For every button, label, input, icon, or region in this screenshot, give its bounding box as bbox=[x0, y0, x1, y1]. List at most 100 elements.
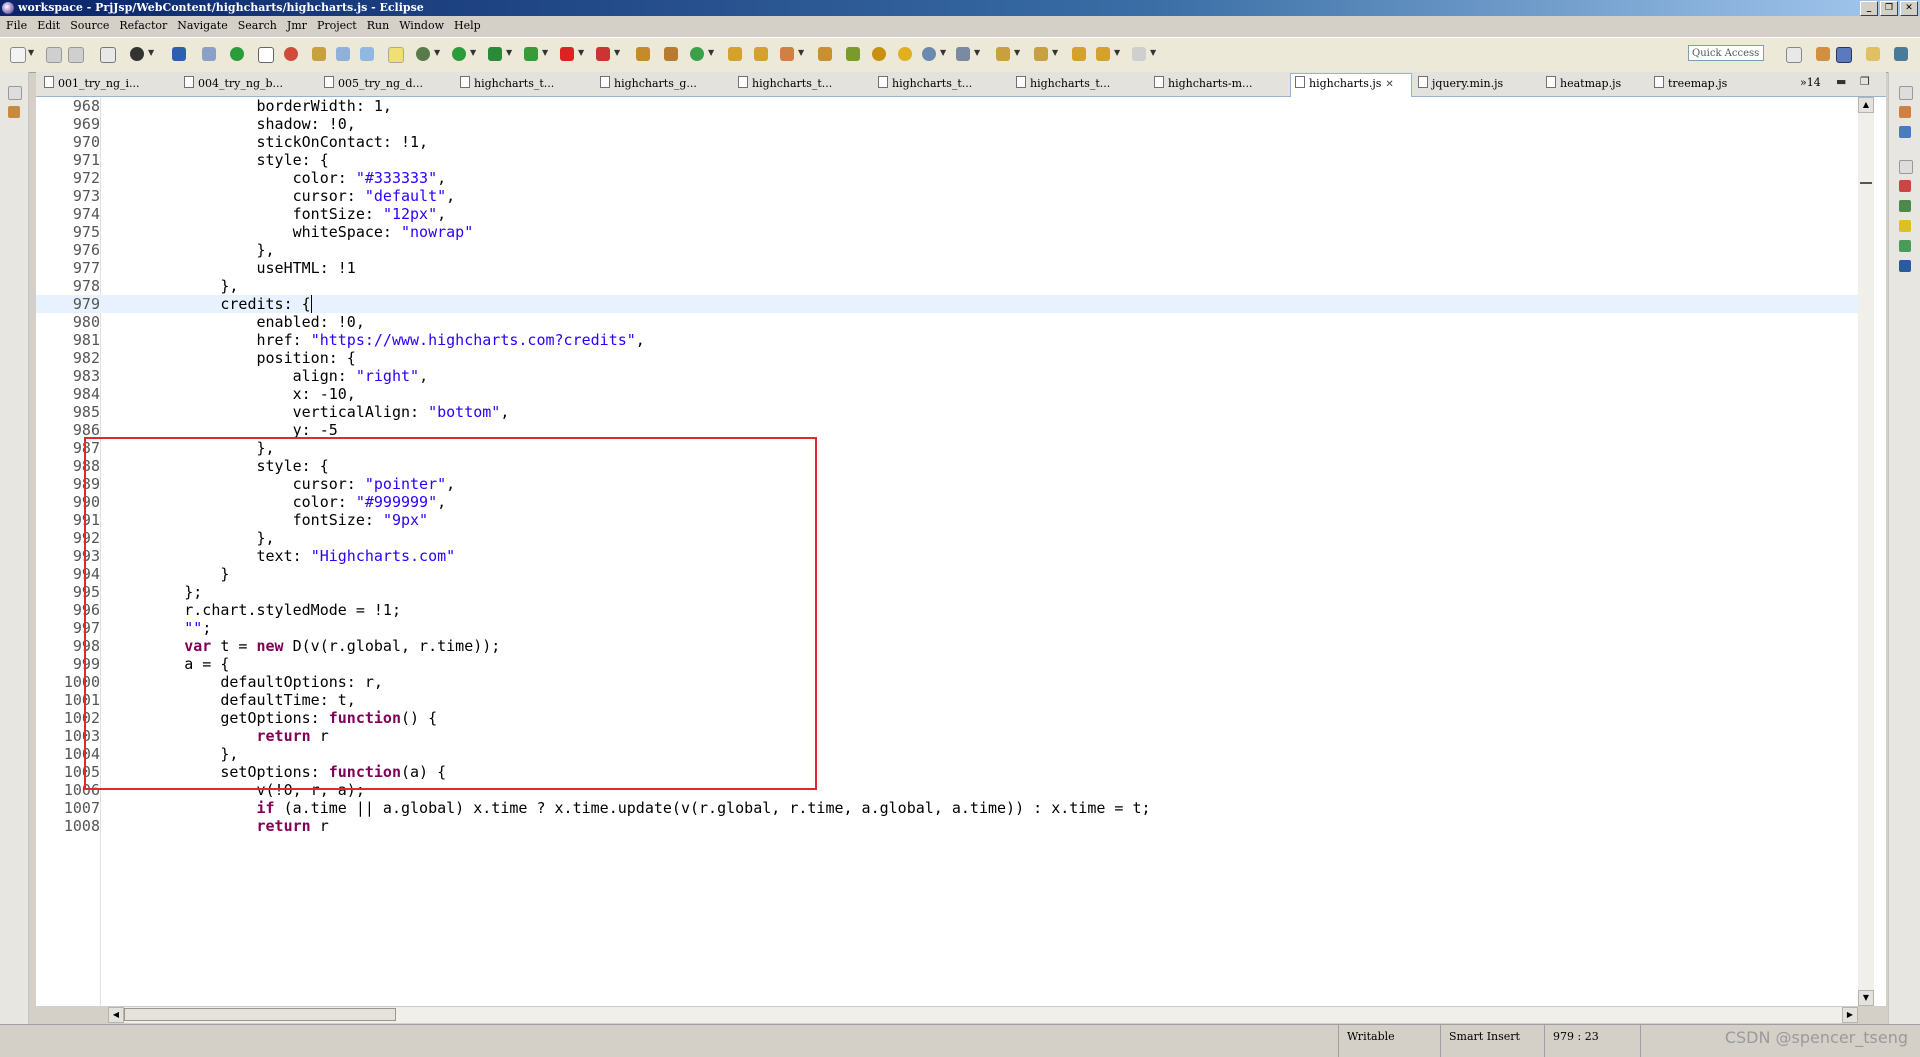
maximize-editor-icon[interactable]: ❐ bbox=[1860, 75, 1870, 88]
horizontal-scrollbar[interactable]: ◀ ▶ bbox=[108, 1006, 1858, 1023]
tab-005-try-ng[interactable]: 005_try_ng_d... bbox=[320, 74, 432, 94]
forward-icon[interactable] bbox=[1132, 47, 1146, 61]
refresh-icon[interactable] bbox=[230, 47, 244, 61]
close-button[interactable]: ✕ bbox=[1900, 1, 1918, 16]
code-line[interactable]: 991 fontSize: "9px" bbox=[36, 511, 1858, 529]
code-line[interactable]: 970 stickOnContact: !1, bbox=[36, 133, 1858, 151]
servers-icon[interactable] bbox=[1899, 200, 1911, 212]
new-icon[interactable] bbox=[10, 47, 26, 63]
sync-icon[interactable] bbox=[284, 47, 298, 61]
toggle-block-icon[interactable] bbox=[258, 47, 274, 63]
code-line[interactable]: 979 credits: { bbox=[36, 295, 1858, 313]
tools-icon[interactable] bbox=[956, 47, 970, 61]
tab-highcharts-g[interactable]: highcharts_g... bbox=[596, 74, 708, 94]
run-icon[interactable] bbox=[452, 47, 466, 61]
data-source-icon[interactable] bbox=[1899, 220, 1911, 232]
code-text[interactable]: } bbox=[112, 565, 229, 583]
code-line[interactable]: 1000 defaultOptions: r, bbox=[36, 673, 1858, 691]
server-dropdown-icon[interactable]: ▼ bbox=[148, 48, 154, 57]
scroll-down-icon[interactable]: ▼ bbox=[1858, 990, 1874, 1006]
server-icon[interactable] bbox=[130, 47, 144, 61]
tab-heatmap-js[interactable]: heatmap.js bbox=[1542, 74, 1638, 94]
code-text[interactable]: y: -5 bbox=[112, 421, 338, 439]
print-icon[interactable] bbox=[100, 47, 116, 63]
code-text[interactable]: useHTML: !1 bbox=[112, 259, 355, 277]
stop-dropdown-icon[interactable]: ▼ bbox=[578, 48, 584, 57]
menu-search[interactable]: Search bbox=[232, 17, 281, 35]
menu-project[interactable]: Project bbox=[311, 17, 361, 35]
code-line[interactable]: 982 position: { bbox=[36, 349, 1858, 367]
code-text[interactable]: cursor: "default", bbox=[112, 187, 456, 205]
tools-dropdown-icon[interactable]: ▼ bbox=[974, 48, 980, 57]
menu-run[interactable]: Run bbox=[361, 17, 393, 35]
next-annotation-dropdown-icon[interactable]: ▼ bbox=[1014, 48, 1020, 57]
code-line[interactable]: 974 fontSize: "12px", bbox=[36, 205, 1858, 223]
previous-annotation-icon[interactable] bbox=[1034, 47, 1048, 61]
launch-dropdown-icon[interactable]: ▼ bbox=[798, 48, 804, 57]
code-text[interactable]: color: "#999999", bbox=[112, 493, 447, 511]
code-line[interactable]: 997 ""; bbox=[36, 619, 1858, 637]
tab-highcharts-t-1[interactable]: highcharts_t... bbox=[456, 74, 568, 94]
menu-source[interactable]: Source bbox=[64, 17, 113, 35]
quick-access-input[interactable]: Quick Access bbox=[1688, 45, 1764, 61]
code-text[interactable]: x: -10, bbox=[112, 385, 356, 403]
tab-highcharts-t-2[interactable]: highcharts_t... bbox=[734, 74, 846, 94]
menu-jmr[interactable]: Jmr bbox=[281, 17, 311, 35]
code-text[interactable]: a = { bbox=[112, 655, 229, 673]
code-line[interactable]: 998 var t = new D(v(r.global, r.time)); bbox=[36, 637, 1858, 655]
code-text[interactable]: if (a.time || a.global) x.time ? x.time.… bbox=[112, 799, 1151, 817]
tab-001-try-ng[interactable]: 001_try_ng_i... bbox=[40, 74, 152, 94]
new-dropdown-icon[interactable]: ▼ bbox=[28, 48, 34, 57]
snippets-icon[interactable] bbox=[1899, 240, 1911, 252]
code-line[interactable]: 993 text: "Highcharts.com" bbox=[36, 547, 1858, 565]
back-icon[interactable] bbox=[1096, 47, 1110, 61]
globe-icon[interactable] bbox=[922, 47, 936, 61]
deploy-dropdown-icon[interactable]: ▼ bbox=[614, 48, 620, 57]
scroll-left-icon[interactable]: ◀ bbox=[108, 1007, 124, 1023]
tab-highcharts-t-3[interactable]: highcharts_t... bbox=[874, 74, 986, 94]
open-perspective-icon[interactable] bbox=[1786, 47, 1802, 63]
code-line[interactable]: 1008 return r bbox=[36, 817, 1858, 835]
tab-highcharts-t-4[interactable]: highcharts_t... bbox=[1012, 74, 1124, 94]
new-package-icon[interactable] bbox=[636, 47, 650, 61]
code-text[interactable]: setOptions: function(a) { bbox=[112, 763, 446, 781]
code-text[interactable]: align: "right", bbox=[112, 367, 428, 385]
code-text[interactable]: }, bbox=[112, 241, 274, 259]
code-line[interactable]: 978 }, bbox=[36, 277, 1858, 295]
code-text[interactable]: }, bbox=[112, 745, 238, 763]
new-web-icon[interactable] bbox=[690, 47, 704, 61]
save-icon[interactable] bbox=[46, 47, 62, 63]
debug-dropdown-icon[interactable]: ▼ bbox=[434, 48, 440, 57]
globe-dropdown-icon[interactable]: ▼ bbox=[940, 48, 946, 57]
back-dropdown-icon[interactable]: ▼ bbox=[1114, 48, 1120, 57]
stop-icon[interactable] bbox=[560, 47, 574, 61]
tab-overflow-button[interactable]: »14 bbox=[1800, 76, 1821, 89]
run-server-icon[interactable] bbox=[488, 47, 502, 61]
task-list-icon[interactable] bbox=[1899, 106, 1911, 118]
code-text[interactable]: }, bbox=[112, 439, 274, 457]
search-folder-icon[interactable] bbox=[818, 47, 832, 61]
code-line[interactable]: 1004 }, bbox=[36, 745, 1858, 763]
menu-refactor[interactable]: Refactor bbox=[113, 17, 171, 35]
code-line[interactable]: 975 whiteSpace: "nowrap" bbox=[36, 223, 1858, 241]
menu-navigate[interactable]: Navigate bbox=[171, 17, 231, 35]
tab-highcharts-js[interactable]: highcharts.js ✕ bbox=[1290, 73, 1412, 97]
code-line[interactable]: 1005 setOptions: function(a) { bbox=[36, 763, 1858, 781]
previous-annotation-dropdown-icon[interactable]: ▼ bbox=[1052, 48, 1058, 57]
forward-dropdown-icon[interactable]: ▼ bbox=[1150, 48, 1156, 57]
code-line[interactable]: 976 }, bbox=[36, 241, 1858, 259]
code-line[interactable]: 1007 if (a.time || a.global) x.time ? x.… bbox=[36, 799, 1858, 817]
open-resource-icon[interactable] bbox=[360, 47, 374, 61]
skip-breakpoints-icon[interactable] bbox=[202, 47, 216, 61]
code-line[interactable]: 969 shadow: !0, bbox=[36, 115, 1858, 133]
console-icon[interactable] bbox=[172, 47, 186, 61]
menu-window[interactable]: Window bbox=[393, 17, 448, 35]
code-text[interactable]: }, bbox=[112, 277, 238, 295]
code-text[interactable]: stickOnContact: !1, bbox=[112, 133, 428, 151]
minimize-editor-icon[interactable]: ▬ bbox=[1836, 75, 1846, 88]
code-line[interactable]: 999 a = { bbox=[36, 655, 1858, 673]
code-text[interactable]: ""; bbox=[112, 619, 211, 637]
code-text[interactable]: cursor: "pointer", bbox=[112, 475, 456, 493]
code-line[interactable]: 977 useHTML: !1 bbox=[36, 259, 1858, 277]
code-line[interactable]: 990 color: "#999999", bbox=[36, 493, 1858, 511]
